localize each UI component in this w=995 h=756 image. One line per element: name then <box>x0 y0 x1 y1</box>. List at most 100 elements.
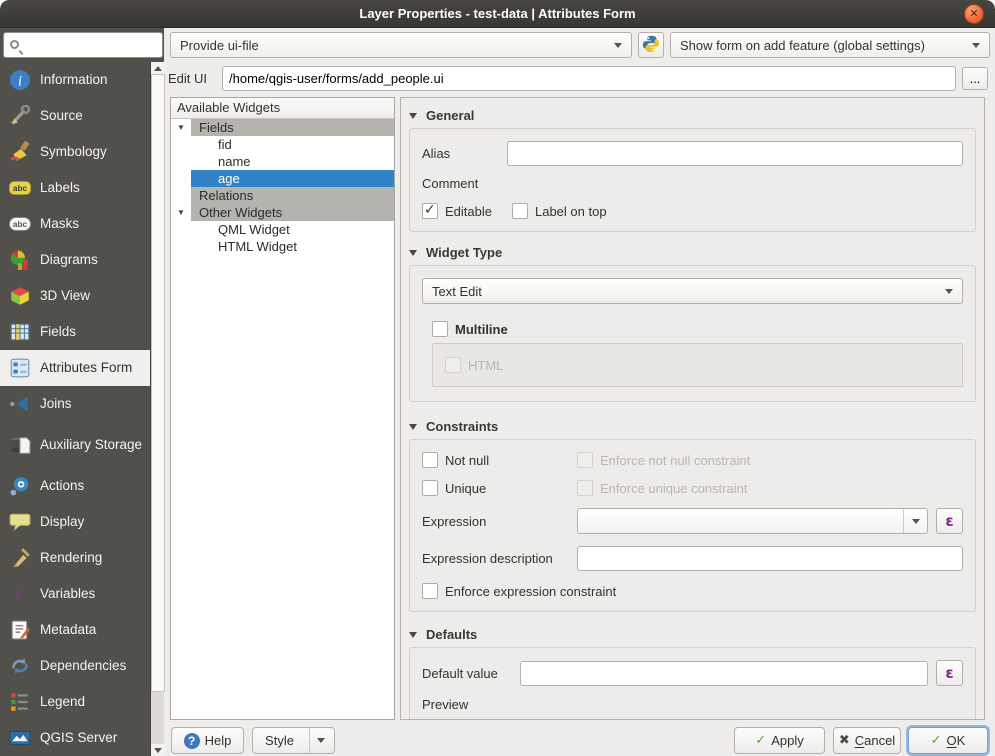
sidebar-item-symbology[interactable]: Symbology <box>0 134 150 170</box>
sidebar-item-joins[interactable]: Joins <box>0 386 150 422</box>
not-null-checkbox[interactable] <box>422 452 438 468</box>
editable-checkbox[interactable] <box>422 203 438 219</box>
label-on-top-label: Label on top <box>535 204 607 219</box>
alias-input[interactable] <box>507 141 963 166</box>
style-button[interactable]: Style <box>252 727 335 754</box>
tree-item-qml-widget[interactable]: QML Widget <box>171 221 394 238</box>
scroll-up-icon[interactable] <box>151 62 165 74</box>
sidebar-item-fields[interactable]: Fields <box>0 314 150 350</box>
sidebar-item-label: Symbology <box>40 144 107 160</box>
scrollbar-thumb[interactable] <box>151 74 165 692</box>
default-value-input[interactable] <box>520 661 928 686</box>
cancel-button[interactable]: Cancel <box>833 727 901 754</box>
metadata-icon <box>8 618 32 642</box>
help-button[interactable]: Help <box>171 727 244 754</box>
help-button-label: Help <box>205 733 232 748</box>
sidebar-item-source[interactable]: Source <box>0 98 150 134</box>
scroll-down-icon[interactable] <box>151 744 165 756</box>
expression-description-input[interactable] <box>577 546 963 571</box>
sidebar-item-actions[interactable]: Actions <box>0 468 150 504</box>
sidebar-item-labels[interactable]: abcLabels <box>0 170 150 206</box>
symbology-icon <box>8 140 32 164</box>
edit-ui-path-input[interactable] <box>222 66 956 91</box>
label-on-top-checkbox[interactable] <box>512 203 528 219</box>
sidebar-item-label: Auxiliary Storage <box>40 437 142 453</box>
expand-arrow-icon[interactable]: ▼ <box>171 204 191 221</box>
sidebar-item-label: Display <box>40 514 84 530</box>
sidebar-item-label: Information <box>40 72 108 88</box>
legend-icon <box>8 690 32 714</box>
tree-item-name[interactable]: name <box>171 153 394 170</box>
source-icon <box>8 104 32 128</box>
tree-indent-spacer <box>171 153 191 170</box>
enforce-expression-checkbox[interactable] <box>422 583 438 599</box>
sidebar-item-label: QGIS Server <box>40 730 117 746</box>
actions-icon <box>8 474 32 498</box>
section-header-defaults[interactable]: Defaults <box>407 627 978 642</box>
tree-item-fields[interactable]: ▼Fields <box>171 119 394 136</box>
sidebar-item-legend[interactable]: Legend <box>0 684 150 720</box>
form-mode-select[interactable]: Provide ui-file <box>170 32 632 58</box>
form-open-behavior-select[interactable]: Show form on add feature (global setting… <box>670 32 990 58</box>
masks-icon: abc <box>8 212 32 236</box>
section-header-general[interactable]: General <box>407 108 978 123</box>
expression-builder-button[interactable]: ε <box>936 508 963 534</box>
tree-item-label: name <box>191 153 394 170</box>
chevron-down-icon[interactable] <box>309 728 332 753</box>
apply-button[interactable]: Apply <box>734 727 825 754</box>
sidebar-item-3d-view[interactable]: 3D View <box>0 278 150 314</box>
svg-text:abc: abc <box>13 220 28 229</box>
section-header-constraints[interactable]: Constraints <box>407 419 978 434</box>
sidebar-item-display[interactable]: Display <box>0 504 150 540</box>
sidebar-item-rendering[interactable]: Rendering <box>0 540 150 576</box>
sidebar-item-auxiliary-storage[interactable]: Auxiliary Storage <box>0 422 150 468</box>
comment-label: Comment <box>422 176 478 191</box>
default-value-label: Default value <box>422 666 520 681</box>
fields-icon <box>8 320 32 344</box>
collapse-arrow-icon <box>409 250 417 256</box>
tree-item-age[interactable]: age <box>171 170 394 187</box>
expand-arrow-icon[interactable]: ▼ <box>171 119 191 136</box>
form-mode-value: Provide ui-file <box>180 38 259 53</box>
sidebar-scrollbar[interactable] <box>150 62 164 756</box>
sidebar-item-diagrams[interactable]: Diagrams <box>0 242 150 278</box>
sidebar-item-dependencies[interactable]: Dependencies <box>0 648 150 684</box>
browse-ui-file-button[interactable]: ... <box>962 67 988 90</box>
tree-item-fid[interactable]: fid <box>171 136 394 153</box>
unique-checkbox[interactable] <box>422 480 438 496</box>
widget-type-select[interactable]: Text Edit <box>422 278 963 304</box>
multiline-checkbox[interactable] <box>432 321 448 337</box>
diagrams-icon <box>8 248 32 272</box>
expression-combo[interactable] <box>577 508 928 534</box>
cancel-button-label: Cancel <box>855 733 895 748</box>
tree-item-relations[interactable]: Relations <box>171 187 394 204</box>
sidebar-item-attributes-form[interactable]: Attributes Form <box>0 350 150 386</box>
close-icon[interactable] <box>964 4 984 24</box>
titlebar[interactable]: Layer Properties - test-data | Attribute… <box>0 0 995 28</box>
unique-label: Unique <box>445 481 486 496</box>
default-expression-builder-button[interactable]: ε <box>936 660 963 686</box>
expression-description-label: Expression description <box>422 551 577 566</box>
python-init-button[interactable] <box>638 32 664 58</box>
collapse-arrow-icon <box>409 632 417 638</box>
sidebar-item-label: Joins <box>40 396 72 412</box>
multiline-label: Multiline <box>455 322 508 337</box>
section-header-widget-type[interactable]: Widget Type <box>407 245 978 260</box>
sidebar-item-metadata[interactable]: Metadata <box>0 612 150 648</box>
tree-item-other-widgets[interactable]: ▼Other Widgets <box>171 204 394 221</box>
ok-button[interactable]: OK <box>908 727 988 754</box>
tree-item-html-widget[interactable]: HTML Widget <box>171 238 394 255</box>
display-icon <box>8 510 32 534</box>
section-title: Defaults <box>426 627 477 642</box>
sidebar-item-information[interactable]: iInformation <box>0 62 150 98</box>
search-box[interactable] <box>3 32 163 58</box>
search-input[interactable] <box>23 37 157 54</box>
constraints-group: Not null Enforce not null constraint Uni… <box>409 439 976 612</box>
sidebar-nav: iInformationSource Symbology abcLabels abc M… <box>0 62 150 756</box>
sidebar-item-qgis-server[interactable]: QGIS Server <box>0 720 150 756</box>
sidebar-item-variables[interactable]: εVariables <box>0 576 150 612</box>
chevron-down-icon[interactable] <box>903 509 927 533</box>
sidebar-item-label: Masks <box>40 216 79 232</box>
html-label: HTML <box>468 358 503 373</box>
sidebar-item-masks[interactable]: abc Masks <box>0 206 150 242</box>
